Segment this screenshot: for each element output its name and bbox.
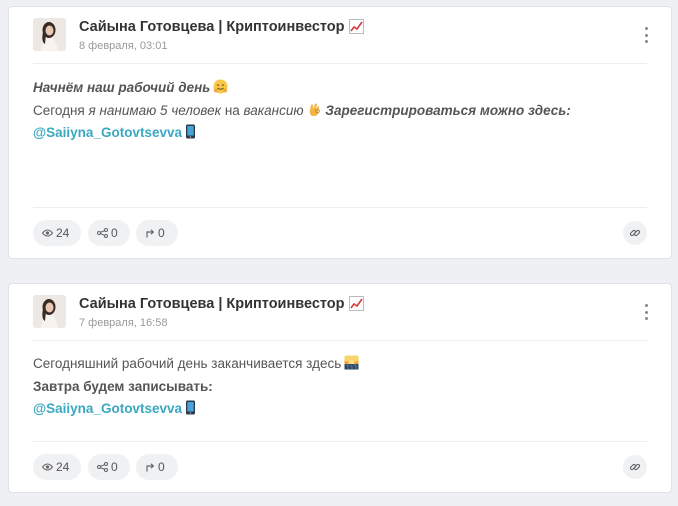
post-header: Сайына Готовцева | Криптоинвестор 8 февр… [33, 18, 633, 52]
repost-icon [146, 463, 155, 472]
avatar[interactable] [33, 295, 66, 328]
ok-hand-icon [307, 102, 322, 117]
repost-button[interactable]: 0 [136, 220, 178, 246]
eye-icon [42, 463, 53, 471]
mobile-phone-icon [185, 400, 200, 415]
link-icon[interactable] [623, 455, 647, 479]
share-icon [97, 462, 108, 472]
chart-increasing-icon [348, 19, 364, 34]
repost-button[interactable]: 0 [136, 454, 178, 480]
username-link[interactable]: @Saiiyna_Gotovtsevva [33, 401, 182, 416]
divider [33, 441, 647, 442]
mobile-phone-icon [185, 124, 200, 139]
divider [33, 207, 647, 208]
post-feed: Сайына Готовцева | Криптоинвестор 8 февр… [0, 0, 678, 506]
post-text: Начнём наш рабочий день Сегодня я нанима… [33, 79, 571, 140]
divider [33, 63, 647, 64]
avatar[interactable] [33, 18, 66, 51]
share-button[interactable]: 0 [88, 454, 130, 480]
chart-increasing-icon [348, 296, 364, 311]
hugging-face-icon [213, 79, 228, 94]
author-name[interactable]: Сайына Готовцева | Криптоинвестор [79, 296, 364, 312]
divider [33, 340, 647, 341]
sunset-icon [344, 355, 359, 370]
repost-icon [146, 229, 155, 238]
author-name[interactable]: Сайына Готовцева | Криптоинвестор [79, 19, 364, 35]
post-text: Сегодняшний рабочий день заканчивается з… [33, 353, 647, 421]
more-vertical-icon[interactable] [641, 25, 651, 45]
share-button[interactable]: 0 [88, 220, 130, 246]
more-vertical-icon[interactable] [641, 302, 651, 322]
username-link[interactable]: @Saiiyna_Gotovtsevva [33, 125, 182, 140]
post-date[interactable]: 7 февраля, 16:58 [79, 317, 167, 329]
link-icon[interactable] [623, 221, 647, 245]
post-card: Сайына Готовцева | Криптоинвестор 8 февр… [8, 6, 672, 259]
views-counter[interactable]: 24 [33, 220, 81, 246]
post-card: Сайына Готовцева | Криптоинвестор 7 февр… [8, 283, 672, 493]
post-date[interactable]: 8 февраля, 03:01 [79, 40, 167, 52]
eye-icon [42, 229, 53, 237]
views-counter[interactable]: 24 [33, 454, 81, 480]
share-icon [97, 228, 108, 238]
post-header: Сайына Готовцева | Криптоинвестор 7 февр… [33, 295, 633, 329]
